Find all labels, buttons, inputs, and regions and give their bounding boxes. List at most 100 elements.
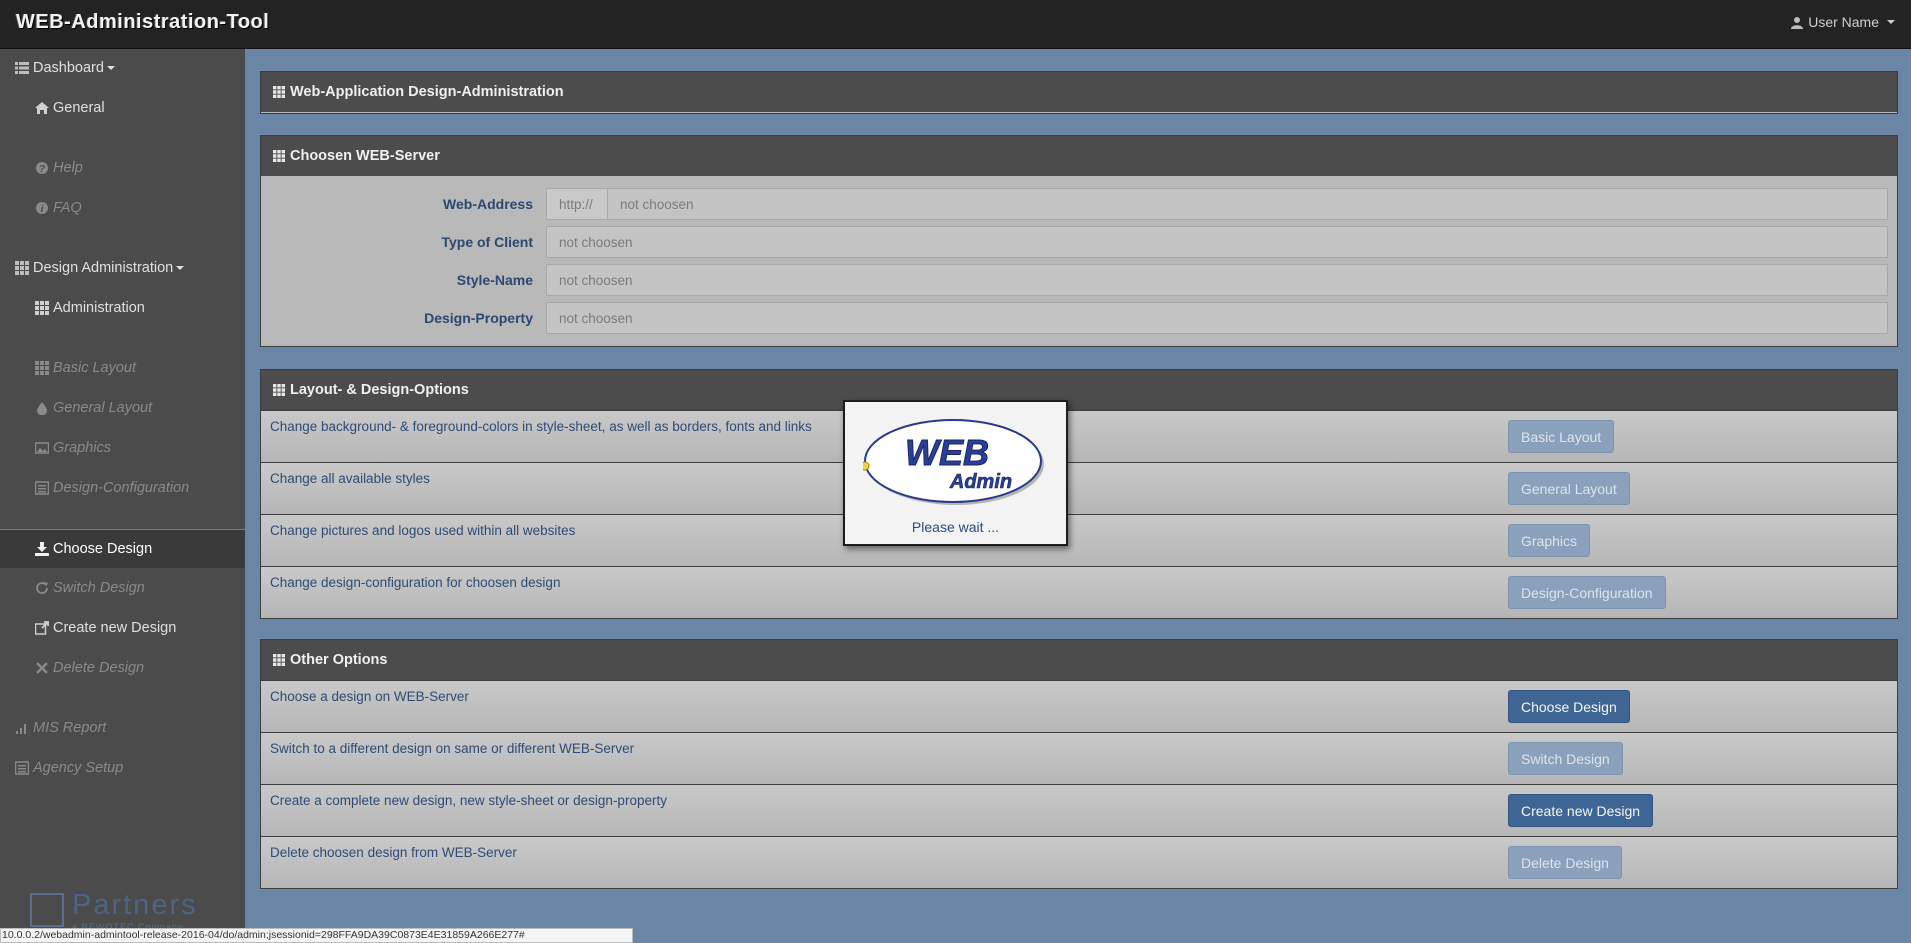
svg-text:i: i xyxy=(41,204,44,215)
style-name-label: Style-Name xyxy=(456,272,533,288)
sidebar-item-switch-design[interactable]: Switch Design xyxy=(0,569,245,607)
sidebar-item-label: Choose Design xyxy=(53,541,153,557)
sidebar-item-label: Agency Setup xyxy=(33,760,124,776)
form-row-type-of-client: Type of Client not choosen xyxy=(261,224,1897,260)
sidebar-item-label: MIS Report xyxy=(33,720,107,736)
create-new-design-button[interactable]: Create new Design xyxy=(1508,794,1654,827)
sidebar-item-agency-setup[interactable]: Agency Setup xyxy=(0,749,245,787)
option-row: Create a complete new design, new style-… xyxy=(261,784,1897,836)
sidebar-item-label: Create new Design xyxy=(53,620,177,636)
option-row: Switch to a different design on same or … xyxy=(261,732,1897,784)
option-description: Change all available styles xyxy=(270,471,430,486)
sidebar-item-label: Administration xyxy=(53,300,145,316)
form-row-style-name: Style-Name not choosen xyxy=(261,262,1897,298)
web-address-input[interactable]: not choosen xyxy=(607,188,1888,220)
sidebar-item-label: FAQ xyxy=(53,200,82,216)
sidebar-group-design-administration[interactable]: Design Administration xyxy=(0,249,245,287)
option-row: Change background- & foreground-colors i… xyxy=(261,410,1897,462)
tint-icon xyxy=(37,402,47,415)
design-property-label: Design-Property xyxy=(424,310,533,326)
partners-logo: Partners a REWOTEC Company xyxy=(30,889,215,932)
sidebar-item-label: Design Administration xyxy=(33,260,174,276)
panel-title: Layout- & Design-Options xyxy=(290,382,469,398)
sidebar-item-label: Design-Configuration xyxy=(53,480,190,496)
sidebar-item-label: Switch Design xyxy=(53,580,145,596)
sidebar-item-delete-design[interactable]: Delete Design xyxy=(0,649,245,687)
sidebar-item-administration[interactable]: Administration xyxy=(0,289,245,327)
server-panel: Choosen WEB-Server Web-Address http:// n… xyxy=(260,135,1898,347)
other-options-panel: Other Options Choose a design on WEB-Ser… xyxy=(260,639,1898,889)
sidebar-item-label: Delete Design xyxy=(53,660,145,676)
panel-heading: Other Options xyxy=(261,640,1897,680)
refresh-icon xyxy=(36,582,48,594)
share-icon xyxy=(35,621,49,635)
general-layout-button[interactable]: General Layout xyxy=(1508,472,1630,505)
form-row-web-address: Web-Address http:// not choosen xyxy=(261,186,1897,222)
option-description: Change pictures and logos used within al… xyxy=(270,523,576,538)
switch-design-button[interactable]: Switch Design xyxy=(1508,742,1623,775)
option-row: Delete choosen design from WEB-Server De… xyxy=(261,836,1897,888)
grid-icon xyxy=(273,384,285,396)
chevron-down-icon xyxy=(106,66,115,70)
option-row: Change pictures and logos used within al… xyxy=(261,514,1897,566)
option-row: Change all available styles General Layo… xyxy=(261,462,1897,514)
grid-icon xyxy=(273,150,285,162)
option-description: Change background- & foreground-colors i… xyxy=(270,419,812,434)
svg-text:?: ? xyxy=(39,164,45,175)
sidebar-item-mis-report[interactable]: MIS Report xyxy=(0,709,245,747)
sidebar-item-label: Dashboard xyxy=(33,60,104,76)
option-description: Create a complete new design, new style-… xyxy=(270,793,667,808)
choose-design-button[interactable]: Choose Design xyxy=(1508,690,1630,723)
user-icon xyxy=(1791,16,1804,29)
sidebar-item-general-layout[interactable]: General Layout xyxy=(0,389,245,427)
sidebar-item-create-new-design[interactable]: Create new Design xyxy=(0,609,245,647)
sidebar-item-graphics[interactable]: Graphics xyxy=(0,429,245,467)
sidebar-item-basic-layout[interactable]: Basic Layout xyxy=(0,349,245,387)
loading-modal: WEB Admin Please wait ... xyxy=(843,400,1068,546)
form-row-design-property: Design-Property not choosen xyxy=(261,300,1897,336)
panel-title: Other Options xyxy=(290,652,388,668)
home-icon xyxy=(35,102,49,114)
sidebar-group-dashboard[interactable]: Dashboard xyxy=(0,49,245,87)
sidebar-item-label: Graphics xyxy=(53,440,112,456)
style-name-input[interactable]: not choosen xyxy=(546,264,1888,296)
sidebar-item-label: Basic Layout xyxy=(53,360,137,376)
list-alt-icon xyxy=(15,761,29,775)
list-icon xyxy=(15,62,29,74)
type-of-client-input[interactable]: not choosen xyxy=(546,226,1888,258)
top-navbar: WEB-Administration-Tool User Name xyxy=(0,0,1911,49)
sidebar: Dashboard General ? Help i FAQ Design Ad… xyxy=(0,49,245,943)
user-name: User Name xyxy=(1808,14,1879,30)
basic-layout-button[interactable]: Basic Layout xyxy=(1508,420,1615,453)
option-description: Switch to a different design on same or … xyxy=(270,741,635,756)
title-panel: Web-Application Design-Administration xyxy=(260,71,1898,114)
layout-options-panel: Layout- & Design-Options Change backgrou… xyxy=(260,369,1898,619)
picture-icon xyxy=(35,442,49,454)
sidebar-item-general[interactable]: General xyxy=(0,89,245,127)
design-property-input[interactable]: not choosen xyxy=(546,302,1888,334)
option-description: Choose a design on WEB-Server xyxy=(270,689,469,704)
panel-heading: Choosen WEB-Server xyxy=(261,136,1897,176)
sidebar-item-help[interactable]: ? Help xyxy=(0,149,245,187)
web-admin-logo: WEB Admin xyxy=(863,419,1044,505)
logo-word: Partners xyxy=(72,889,198,921)
graphics-button[interactable]: Graphics xyxy=(1508,524,1591,557)
delete-design-button[interactable]: Delete Design xyxy=(1508,846,1622,879)
sidebar-item-faq[interactable]: i FAQ xyxy=(0,189,245,227)
option-description: Change design-configuration for choosen … xyxy=(270,575,561,590)
panel-heading: Web-Application Design-Administration xyxy=(261,72,1897,112)
app-title[interactable]: WEB-Administration-Tool xyxy=(16,11,269,34)
logo-text-web: WEB xyxy=(905,432,989,473)
download-icon xyxy=(35,542,49,556)
sidebar-item-choose-design[interactable]: Choose Design xyxy=(0,529,245,568)
user-menu[interactable]: User Name xyxy=(1791,14,1895,30)
logo-text-admin: Admin xyxy=(949,471,1012,493)
design-configuration-button[interactable]: Design-Configuration xyxy=(1508,576,1666,609)
sidebar-item-design-configuration[interactable]: Design-Configuration xyxy=(0,469,245,507)
question-circle-icon: ? xyxy=(36,162,48,175)
grid-icon xyxy=(35,301,49,315)
url-prefix-addon: http:// xyxy=(546,188,608,220)
grid-icon xyxy=(15,261,29,275)
option-row: Choose a design on WEB-Server Choose Des… xyxy=(261,680,1897,732)
sidebar-item-label: General Layout xyxy=(53,400,153,416)
